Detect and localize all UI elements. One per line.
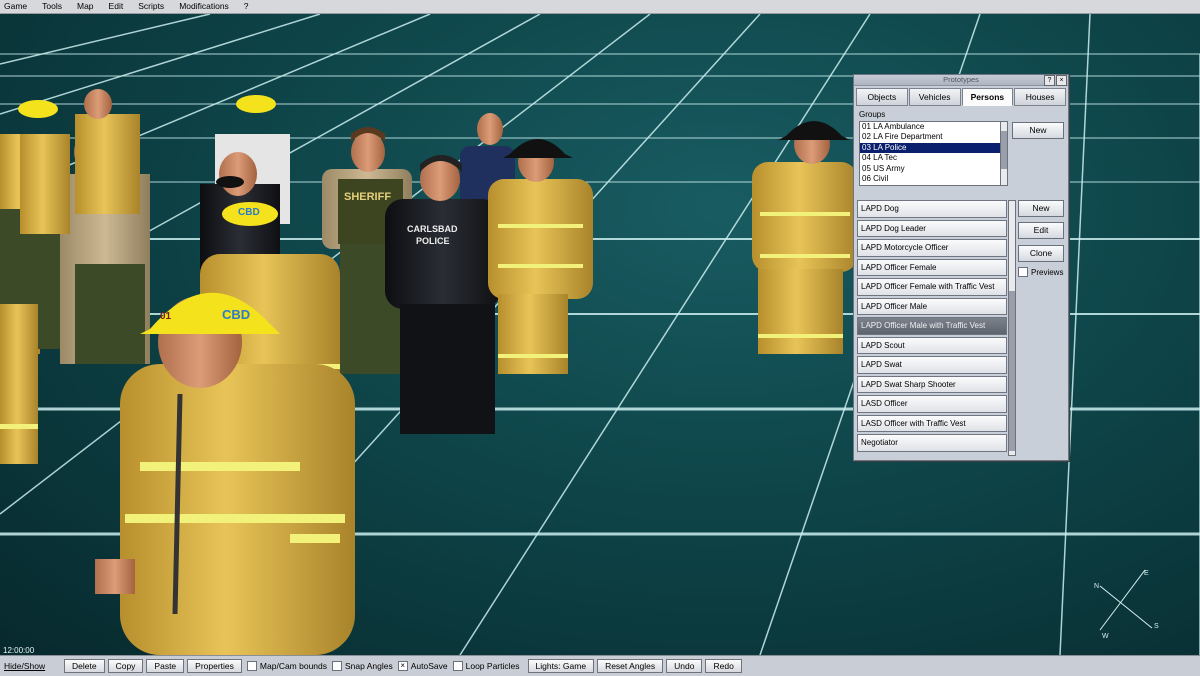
svg-text:CARLSBAD: CARLSBAD <box>407 224 458 234</box>
tab-vehicles[interactable]: Vehicles <box>908 88 961 106</box>
autosave-toggle[interactable]: × AutoSave <box>397 661 448 671</box>
previews-label: Previews <box>1031 267 1064 277</box>
copy-button[interactable]: Copy <box>107 659 144 673</box>
menu-map[interactable]: Map <box>71 0 103 13</box>
lights-button[interactable]: Lights: Game <box>527 659 595 673</box>
group-item[interactable]: 05 US Army <box>860 164 1002 174</box>
loop-particles-checkbox[interactable] <box>452 661 463 671</box>
list-item[interactable]: LAPD Officer Female <box>857 258 1007 276</box>
list-item[interactable]: LAPD Swat Sharp Shooter <box>857 375 1007 393</box>
new-prototype-button[interactable]: New <box>1018 200 1064 217</box>
list-item[interactable]: LAPD Swat <box>857 356 1007 374</box>
group-item[interactable]: 04 LA Tec <box>860 153 1002 163</box>
svg-text:CBD: CBD <box>222 307 250 322</box>
menu-bar: Game Tools Map Edit Scripts Modification… <box>0 0 1200 14</box>
previews-toggle[interactable]: Previews <box>1018 267 1063 277</box>
group-item[interactable]: 02 LA Fire Department <box>860 132 1002 142</box>
edit-prototype-button[interactable]: Edit <box>1018 222 1064 239</box>
menu-scripts[interactable]: Scripts <box>132 0 173 13</box>
list-item[interactable]: LAPD Officer Male <box>857 297 1007 315</box>
hide-show-toggle[interactable]: Hide/Show <box>4 661 61 671</box>
svg-text:SHERIFF: SHERIFF <box>344 191 391 203</box>
prototype-tabs: Objects Vehicles Persons Houses <box>856 88 1066 106</box>
svg-text:01: 01 <box>160 311 172 322</box>
compass-widget: N E S W <box>1094 569 1159 640</box>
map-cam-bounds-checkbox[interactable] <box>246 661 257 671</box>
group-item-selected[interactable]: 03 LA Police <box>860 142 1002 154</box>
previews-checkbox[interactable] <box>1018 267 1028 277</box>
firefighter-left-edge <box>0 304 38 464</box>
game-clock: 12:00:00 <box>3 646 35 655</box>
loop-particles-label: Loop Particles <box>465 661 520 671</box>
list-item[interactable]: Negotiator <box>857 434 1007 452</box>
svg-text:W: W <box>1102 633 1109 640</box>
list-item[interactable]: LASD Officer <box>857 395 1007 413</box>
groups-label: Groups <box>859 110 886 119</box>
panel-title[interactable]: Prototypes ? × <box>854 75 1068 86</box>
list-item[interactable]: LAPD Dog Leader <box>857 219 1007 237</box>
map-cam-bounds-toggle[interactable]: Map/Cam bounds <box>246 661 328 671</box>
menu-game[interactable]: Game <box>0 0 36 13</box>
bottom-toolbar: Hide/Show Delete Copy Paste Properties M… <box>0 655 1200 676</box>
undo-button[interactable]: Undo <box>666 659 703 673</box>
close-icon[interactable]: × <box>1056 75 1067 86</box>
tab-objects[interactable]: Objects <box>856 88 908 106</box>
svg-text:E: E <box>1144 570 1149 577</box>
prototype-scroll-thumb[interactable] <box>1009 291 1015 451</box>
prototype-list: LAPD Dog LAPD Dog Leader LAPD Motorcycle… <box>857 200 1007 456</box>
groups-scroll-thumb[interactable] <box>1001 131 1007 169</box>
snap-angles-label: Snap Angles <box>345 661 393 671</box>
autosave-checkbox[interactable]: × <box>397 661 408 671</box>
reset-angles-button[interactable]: Reset Angles <box>597 659 664 673</box>
menu-help[interactable]: ? <box>238 0 258 13</box>
firefighter-right <box>752 121 857 354</box>
loop-particles-toggle[interactable]: Loop Particles <box>452 661 520 671</box>
menu-tools[interactable]: Tools <box>36 0 71 13</box>
properties-button[interactable]: Properties <box>187 659 242 673</box>
tab-houses[interactable]: Houses <box>1014 88 1066 106</box>
tab-persons[interactable]: Persons <box>961 88 1014 106</box>
svg-text:N: N <box>1094 583 1099 590</box>
paste-button[interactable]: Paste <box>146 659 185 673</box>
autosave-label: AutoSave <box>410 661 448 671</box>
list-item[interactable]: LAPD Dog <box>857 200 1007 218</box>
list-item-selected[interactable]: LAPD Officer Male with Traffic Vest <box>857 317 1007 335</box>
snap-angles-checkbox[interactable] <box>332 661 343 671</box>
prototypes-panel: Prototypes ? × Objects Vehicles Persons … <box>853 74 1069 461</box>
group-item[interactable]: 06 Civil <box>860 174 1002 184</box>
new-group-button[interactable]: New <box>1012 122 1064 139</box>
menu-edit[interactable]: Edit <box>103 0 133 13</box>
redo-button[interactable]: Redo <box>705 659 742 673</box>
prototype-list-scrollbar[interactable] <box>1008 200 1016 456</box>
svg-text:CBD: CBD <box>238 207 260 218</box>
list-item[interactable]: LASD Officer with Traffic Vest <box>857 414 1007 432</box>
list-item[interactable]: LAPD Officer Female with Traffic Vest <box>857 278 1007 296</box>
map-cam-bounds-label: Map/Cam bounds <box>259 661 328 671</box>
delete-button[interactable]: Delete <box>64 659 105 673</box>
clone-prototype-button[interactable]: Clone <box>1018 245 1064 262</box>
help-icon[interactable]: ? <box>1044 75 1055 86</box>
list-item[interactable]: LAPD Motorcycle Officer <box>857 239 1007 257</box>
svg-text:POLICE: POLICE <box>416 236 450 246</box>
list-item[interactable]: LAPD Scout <box>857 336 1007 354</box>
groups-list: 01 LA Ambulance 02 LA Fire Department 03… <box>859 121 1003 186</box>
svg-text:S: S <box>1154 623 1159 630</box>
snap-angles-toggle[interactable]: Snap Angles <box>332 661 393 671</box>
panel-title-text: Prototypes <box>943 75 979 84</box>
group-item[interactable]: 01 LA Ambulance <box>860 122 1002 132</box>
menu-modifications[interactable]: Modifications <box>173 0 238 13</box>
groups-scrollbar[interactable] <box>1000 121 1008 186</box>
